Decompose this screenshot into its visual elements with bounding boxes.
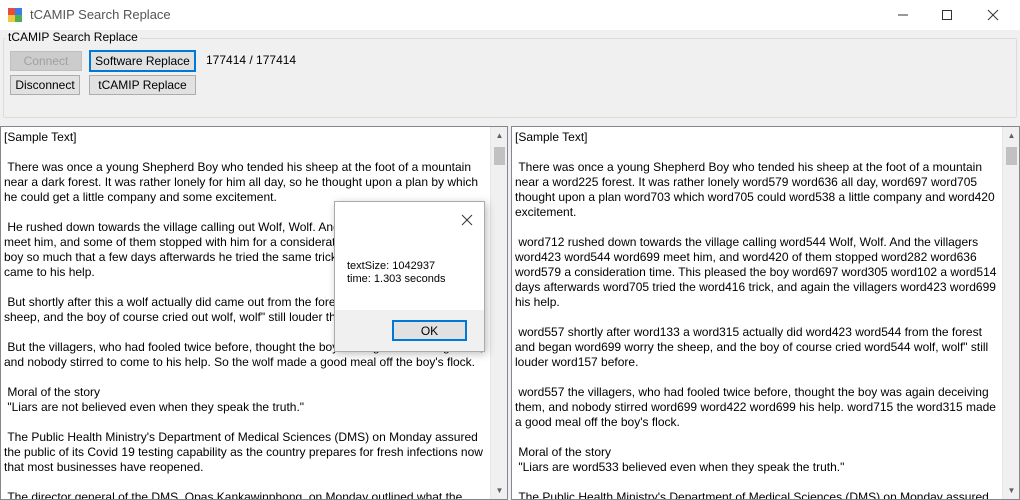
source-scrollbar[interactable]: ▲ ▼ <box>490 127 507 499</box>
disconnect-button[interactable]: Disconnect <box>10 75 80 95</box>
ok-button[interactable]: OK <box>392 320 467 341</box>
scroll-down-icon[interactable]: ▼ <box>1003 482 1019 499</box>
result-text[interactable]: [Sample Text] There was once a young She… <box>515 130 999 499</box>
minimize-button[interactable] <box>880 0 926 30</box>
scroll-up-icon[interactable]: ▲ <box>1003 127 1019 144</box>
maximize-button[interactable] <box>924 0 970 30</box>
scroll-down-icon[interactable]: ▼ <box>491 482 507 499</box>
close-icon <box>987 9 999 21</box>
app-icon <box>8 8 22 22</box>
result-text-pane[interactable]: [Sample Text] There was once a young She… <box>511 126 1020 500</box>
close-button[interactable] <box>970 0 1016 30</box>
scroll-up-icon[interactable]: ▲ <box>491 127 507 144</box>
time-label: time: 1.303 seconds <box>347 273 446 285</box>
result-scrollbar[interactable]: ▲ ▼ <box>1002 127 1019 499</box>
scroll-thumb[interactable] <box>1006 147 1017 165</box>
tcamip-replace-button[interactable]: tCAMIP Replace <box>89 75 196 95</box>
maximize-icon <box>942 10 952 20</box>
window-title: tCAMIP Search Replace <box>30 7 171 22</box>
progress-counter: 177414 / 177414 <box>206 53 297 67</box>
dialog-footer: OK <box>335 310 484 351</box>
software-replace-button[interactable]: Software Replace <box>89 50 196 72</box>
connect-button[interactable]: Connect <box>10 51 82 71</box>
close-icon[interactable] <box>459 212 475 228</box>
title-bar: tCAMIP Search Replace <box>0 0 1020 30</box>
message-dialog: textSize: 1042937 time: 1.303 seconds OK <box>334 201 485 352</box>
scroll-thumb[interactable] <box>494 147 505 165</box>
text-size-label: textSize: 1042937 <box>347 260 436 272</box>
group-title: tCAMIP Search Replace <box>6 30 140 44</box>
minimize-icon <box>898 14 908 16</box>
dialog-message: textSize: 1042937 time: 1.303 seconds <box>347 260 445 286</box>
